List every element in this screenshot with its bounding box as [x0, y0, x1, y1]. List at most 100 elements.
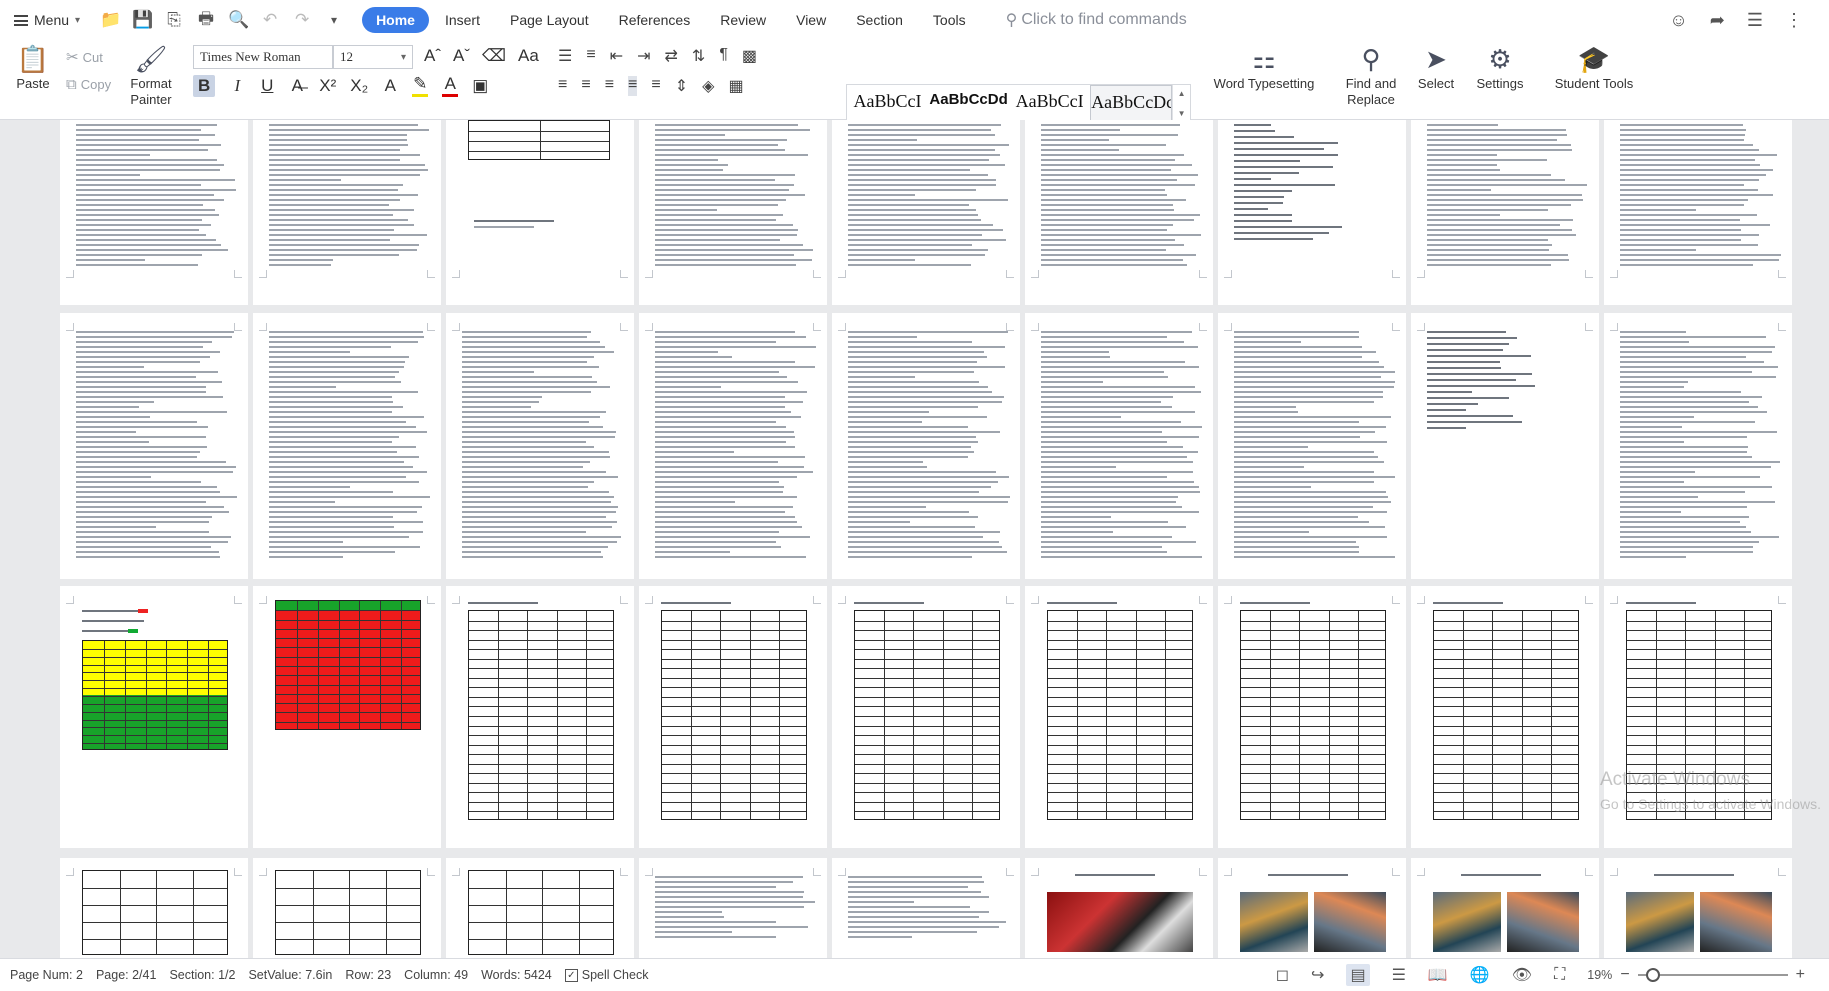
underline-icon[interactable]: U	[259, 76, 275, 96]
bullets-icon[interactable]: ☰	[558, 46, 572, 66]
undo-icon[interactable]: ↶	[260, 10, 280, 30]
document-page[interactable]	[60, 120, 248, 305]
student-tools-button[interactable]: 🎓 Student Tools	[1544, 42, 1644, 92]
tab-page-layout[interactable]: Page Layout	[496, 7, 603, 33]
align-center-icon[interactable]: ≡	[581, 76, 590, 96]
web-view-icon[interactable]: 🌐	[1470, 965, 1490, 985]
export-pdf-icon[interactable]: ↪	[1311, 965, 1324, 985]
sort-icon[interactable]: ⇅	[692, 46, 705, 66]
scroll-down-icon[interactable]: ▼	[1178, 109, 1186, 118]
more-icon[interactable]: ⋮	[1785, 10, 1803, 31]
zoom-slider-knob[interactable]	[1645, 968, 1660, 982]
tab-view[interactable]: View	[782, 7, 840, 33]
document-page[interactable]	[1025, 120, 1213, 305]
document-page[interactable]	[60, 313, 248, 579]
cut-button[interactable]: ✂ Cut	[66, 48, 103, 66]
word-typesetting-button[interactable]: ⚏ Word Typesetting	[1208, 42, 1320, 92]
borders-icon[interactable]: ▦	[728, 76, 743, 96]
document-page[interactable]	[253, 586, 441, 848]
shading-icon[interactable]: ◈	[702, 76, 714, 96]
open-folder-icon[interactable]: 📁	[100, 10, 121, 30]
customize-chevron-icon[interactable]: ▾	[324, 13, 344, 27]
align-right-icon[interactable]: ≡	[605, 76, 614, 96]
document-page[interactable]	[1218, 120, 1406, 305]
share-icon[interactable]: ➦	[1710, 10, 1725, 31]
column-status[interactable]: Column: 49	[404, 968, 468, 982]
document-page[interactable]	[1218, 858, 1406, 958]
format-painter-button[interactable]: 🖌 Format Painter	[124, 42, 178, 108]
document-page[interactable]	[832, 586, 1020, 848]
highlight-icon[interactable]: ✎	[412, 74, 429, 97]
subscript-icon[interactable]: X₂	[350, 76, 368, 96]
document-page[interactable]	[1604, 120, 1792, 305]
find-replace-button[interactable]: ⚲ Find and Replace	[1336, 42, 1406, 108]
page-view-icon[interactable]: ▤	[1346, 964, 1370, 986]
document-page[interactable]	[1025, 586, 1213, 848]
italic-icon[interactable]: I	[229, 76, 245, 96]
zoom-level[interactable]: 19%	[1587, 968, 1612, 982]
document-page[interactable]	[639, 586, 827, 848]
paragraph-mark-icon[interactable]: ¶	[719, 46, 728, 66]
document-page[interactable]	[253, 120, 441, 305]
document-page[interactable]	[446, 120, 634, 305]
document-page[interactable]	[1411, 858, 1599, 958]
numbering-icon[interactable]: ≡	[586, 46, 595, 66]
redo-icon[interactable]: ↷	[292, 10, 312, 30]
fit-page-icon[interactable]: ⛶	[1554, 966, 1565, 984]
document-page[interactable]	[832, 858, 1020, 958]
comment-icon[interactable]: ☰	[1747, 10, 1763, 31]
document-page[interactable]	[446, 858, 634, 958]
section-status[interactable]: Section: 1/2	[169, 968, 235, 982]
document-page[interactable]	[253, 313, 441, 579]
font-size-select[interactable]: 12 ▾	[333, 45, 413, 69]
font-color-icon[interactable]: A	[442, 74, 459, 97]
document-page[interactable]	[639, 120, 827, 305]
zoom-in-icon[interactable]: +	[1796, 966, 1805, 984]
bold-icon[interactable]: B	[193, 74, 216, 97]
document-area[interactable]	[0, 120, 1829, 958]
export-icon[interactable]: ⎘	[164, 10, 184, 30]
page-status[interactable]: Page: 2/41	[96, 968, 156, 982]
grow-font-icon[interactable]: Aˆ	[424, 46, 441, 66]
document-page[interactable]	[1025, 313, 1213, 579]
tab-references[interactable]: References	[605, 7, 705, 33]
set-value-status[interactable]: SetValue: 7.6in	[248, 968, 332, 982]
document-page[interactable]	[1604, 858, 1792, 958]
text-direction-icon[interactable]: ⇄	[665, 46, 678, 66]
line-spacing-icon[interactable]: ⇕	[675, 76, 688, 96]
page-num-status[interactable]: Page Num: 2	[10, 968, 83, 982]
char-border-icon[interactable]: ▣	[472, 76, 488, 96]
zoom-out-icon[interactable]: −	[1620, 966, 1629, 984]
superscript-icon[interactable]: X²	[319, 76, 336, 96]
copy-button[interactable]: ⧉ Copy	[66, 76, 111, 93]
paste-button[interactable]: 📋 Paste	[10, 42, 56, 92]
word-count-status[interactable]: Words: 5424	[481, 968, 552, 982]
scroll-up-icon[interactable]: ▲	[1178, 89, 1186, 98]
document-page[interactable]	[1604, 313, 1792, 579]
tab-home[interactable]: Home	[362, 7, 429, 33]
strikethrough-icon[interactable]: A̶	[289, 76, 305, 96]
document-page[interactable]	[253, 858, 441, 958]
tab-review[interactable]: Review	[706, 7, 780, 33]
document-page[interactable]	[1025, 858, 1213, 958]
document-page[interactable]	[1218, 313, 1406, 579]
decrease-indent-icon[interactable]: ⇤	[610, 46, 623, 66]
font-name-select[interactable]: Times New Roman	[193, 45, 333, 69]
document-page[interactable]	[832, 313, 1020, 579]
document-page[interactable]	[639, 313, 827, 579]
zoom-slider[interactable]	[1637, 968, 1788, 982]
eye-protect-icon[interactable]: ◻	[1276, 965, 1289, 985]
document-page[interactable]	[446, 313, 634, 579]
tab-section[interactable]: Section	[842, 7, 917, 33]
shrink-font-icon[interactable]: Aˇ	[453, 46, 470, 66]
main-menu-button[interactable]: Menu ▾	[14, 12, 80, 28]
user-add-icon[interactable]: ☺	[1669, 10, 1687, 31]
read-view-icon[interactable]: 📖	[1428, 965, 1448, 985]
tab-insert[interactable]: Insert	[431, 7, 494, 33]
tabs-icon[interactable]: ▩	[742, 46, 757, 66]
eye-icon[interactable]: 👁	[1512, 965, 1532, 985]
document-page[interactable]	[639, 858, 827, 958]
document-page[interactable]	[60, 858, 248, 958]
document-page[interactable]	[1218, 586, 1406, 848]
document-page[interactable]	[1411, 586, 1599, 848]
